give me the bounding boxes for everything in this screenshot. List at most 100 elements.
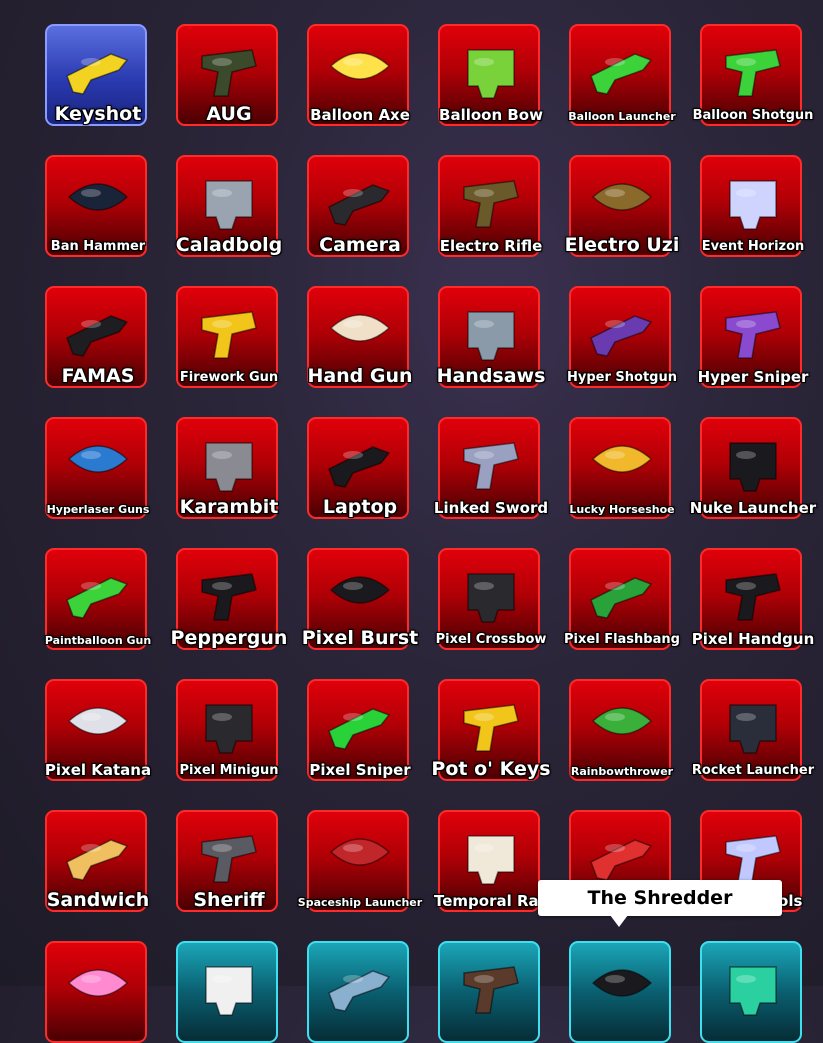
item-slot-ban-hammer[interactable]: Ban Hammer [45, 155, 147, 257]
inventory-grid: Keyshot AUG Balloon Axe Balloon Bow Balloon … [0, 0, 823, 1043]
item-label: Firework Gun [179, 370, 279, 385]
item-slot-peppergun[interactable]: Peppergun [171, 548, 287, 650]
item-slot-hyper-sniper[interactable]: Hyper Sniper [698, 286, 808, 388]
ray-gun-icon [467, 835, 515, 885]
firework-gun-icon [201, 311, 257, 359]
spaceship-launcher-icon [329, 838, 391, 866]
item-slot-balloon-launcher[interactable]: Balloon Launcher [568, 24, 676, 126]
item-label: Hand Gun [307, 365, 413, 387]
balloon-launcher-icon [590, 53, 653, 95]
item-slot-pixel-burst[interactable]: Pixel Burst [302, 548, 418, 650]
gadget-icon [328, 970, 391, 1012]
spiral-gun-icon [729, 180, 777, 230]
sniper-icon [725, 311, 781, 359]
item-slot-slot-44[interactable] [176, 941, 278, 1043]
item-label: Rainbowthrower [570, 765, 674, 778]
grenade-icon [590, 577, 653, 619]
item-slot-temporal-ray[interactable]: Temporal Ray [434, 810, 548, 912]
item-slot-balloon-axe[interactable]: Balloon Axe [307, 24, 410, 126]
item-label: Hyper Sniper [697, 368, 809, 386]
item-slot-handsaws[interactable]: Handsaws [437, 286, 545, 388]
item-slot-pixel-minigun[interactable]: Pixel Minigun [176, 679, 279, 781]
item-label: Pixel Minigun [179, 763, 279, 778]
item-slot-balloon-bow[interactable]: Balloon Bow [438, 24, 543, 126]
item-slot-rocket-launcher[interactable]: Rocket Launcher [692, 679, 814, 781]
item-slot-hand-gun[interactable]: Hand Gun [307, 286, 413, 388]
item-slot-linked-sword[interactable]: Linked Sword [434, 417, 548, 519]
item-label: Paintballoon Gun [44, 634, 152, 647]
item-slot-electro-rifle[interactable]: Electro Rifle [438, 155, 542, 257]
pixel-rifle-icon [329, 576, 391, 604]
bow-icon [467, 49, 515, 99]
pepper-gun-icon [201, 573, 257, 621]
item-label: Lucky Horseshoe [569, 503, 675, 516]
item-slot-pixel-flashbang[interactable]: Pixel Flashbang [564, 548, 680, 650]
key-gun-icon [66, 53, 129, 95]
sandwich-icon [66, 839, 129, 881]
launcher-icon [729, 442, 777, 492]
item-label: Nuke Launcher [689, 499, 817, 517]
hand-icon [329, 314, 391, 342]
item-slot-hyperlaser-guns[interactable]: Hyperlaser Guns [45, 417, 149, 519]
item-slot-event-horizon[interactable]: Event Horizon [700, 155, 804, 257]
item-slot-slot-47[interactable] [569, 941, 671, 1043]
item-slot-pixel-handgun[interactable]: Pixel Handgun [692, 548, 814, 650]
item-slot-nuke-launcher[interactable]: Nuke Launcher [690, 417, 816, 519]
item-slot-aug[interactable]: AUG [176, 24, 278, 126]
item-slot-pixel-katana[interactable]: Pixel Katana [45, 679, 151, 781]
gun-icon [591, 969, 653, 997]
item-slot-slot-48[interactable] [700, 941, 802, 1043]
item-slot-camera[interactable]: Camera [307, 155, 409, 257]
item-label: Electro Rifle [439, 237, 543, 255]
tooltip-pointer [610, 915, 628, 927]
item-slot-sheriff[interactable]: Sheriff [176, 810, 278, 912]
item-slot-slot-45[interactable] [307, 941, 409, 1043]
item-slot-slot-46[interactable] [438, 941, 540, 1043]
item-slot-sandwich[interactable]: Sandwich [45, 810, 149, 912]
item-slot-keyshot[interactable]: Keyshot [45, 24, 147, 126]
item-slot-pixel-sniper[interactable]: Pixel Sniper [307, 679, 411, 781]
item-slot-electro-uzi[interactable]: Electro Uzi [565, 155, 679, 257]
item-label: AUG [206, 103, 252, 125]
camera-icon [328, 184, 391, 226]
item-slot-famas[interactable]: FAMAS [45, 286, 147, 388]
item-label: Electro Uzi [564, 234, 680, 256]
sword-icon [463, 442, 519, 490]
item-slot-firework-gun[interactable]: Firework Gun [176, 286, 278, 388]
minigun-icon [205, 704, 253, 754]
pot-icon [463, 704, 519, 752]
saw-icon [467, 311, 515, 361]
gun-icon [729, 966, 777, 1016]
item-slot-slot-43[interactable] [45, 941, 147, 1043]
item-label: Pot o' Keys [431, 758, 551, 780]
item-slot-lucky-horseshoe[interactable]: Lucky Horseshoe [569, 417, 675, 519]
item-slot-spaceship-launcher[interactable]: Spaceship Launcher [298, 810, 422, 912]
balloon-icon [67, 969, 129, 997]
item-label: Balloon Launcher [568, 110, 676, 123]
item-label: Karambit [179, 496, 279, 518]
item-label: Camera [319, 234, 401, 256]
item-slot-pot-o-keys[interactable]: Pot o' Keys [431, 679, 551, 781]
pistol-icon [725, 573, 781, 621]
knife-icon [205, 442, 253, 492]
item-label: Laptop [322, 496, 398, 518]
tooltip-text: The Shredder [587, 887, 733, 909]
hammer-icon [67, 183, 129, 211]
item-label: Balloon Axe [310, 106, 410, 124]
item-label: FAMAS [61, 365, 135, 387]
rifle-icon [66, 315, 129, 357]
item-label: Hyper Shotgun [567, 370, 677, 385]
item-slot-balloon-shotgun[interactable]: Balloon Shotgun [693, 24, 813, 126]
item-slot-laptop[interactable]: Laptop [307, 417, 409, 519]
item-label: Hyperlaser Guns [46, 503, 150, 516]
item-label: Sheriff [193, 889, 265, 911]
balloon-shotgun-icon [725, 49, 781, 97]
item-slot-hyper-shotgun[interactable]: Hyper Shotgun [567, 286, 677, 388]
item-slot-karambit[interactable]: Karambit [176, 417, 278, 519]
item-slot-paintballoon-gun[interactable]: Paintballoon Gun [45, 548, 151, 650]
item-slot-rainbowthrower[interactable]: Rainbowthrower [569, 679, 673, 781]
item-slot-caladbolg[interactable]: Caladbolg [176, 155, 282, 257]
item-label: Handsaws [436, 365, 546, 387]
balloon-axe-icon [329, 52, 391, 80]
item-slot-pixel-crossbow[interactable]: Pixel Crossbow [436, 548, 546, 650]
